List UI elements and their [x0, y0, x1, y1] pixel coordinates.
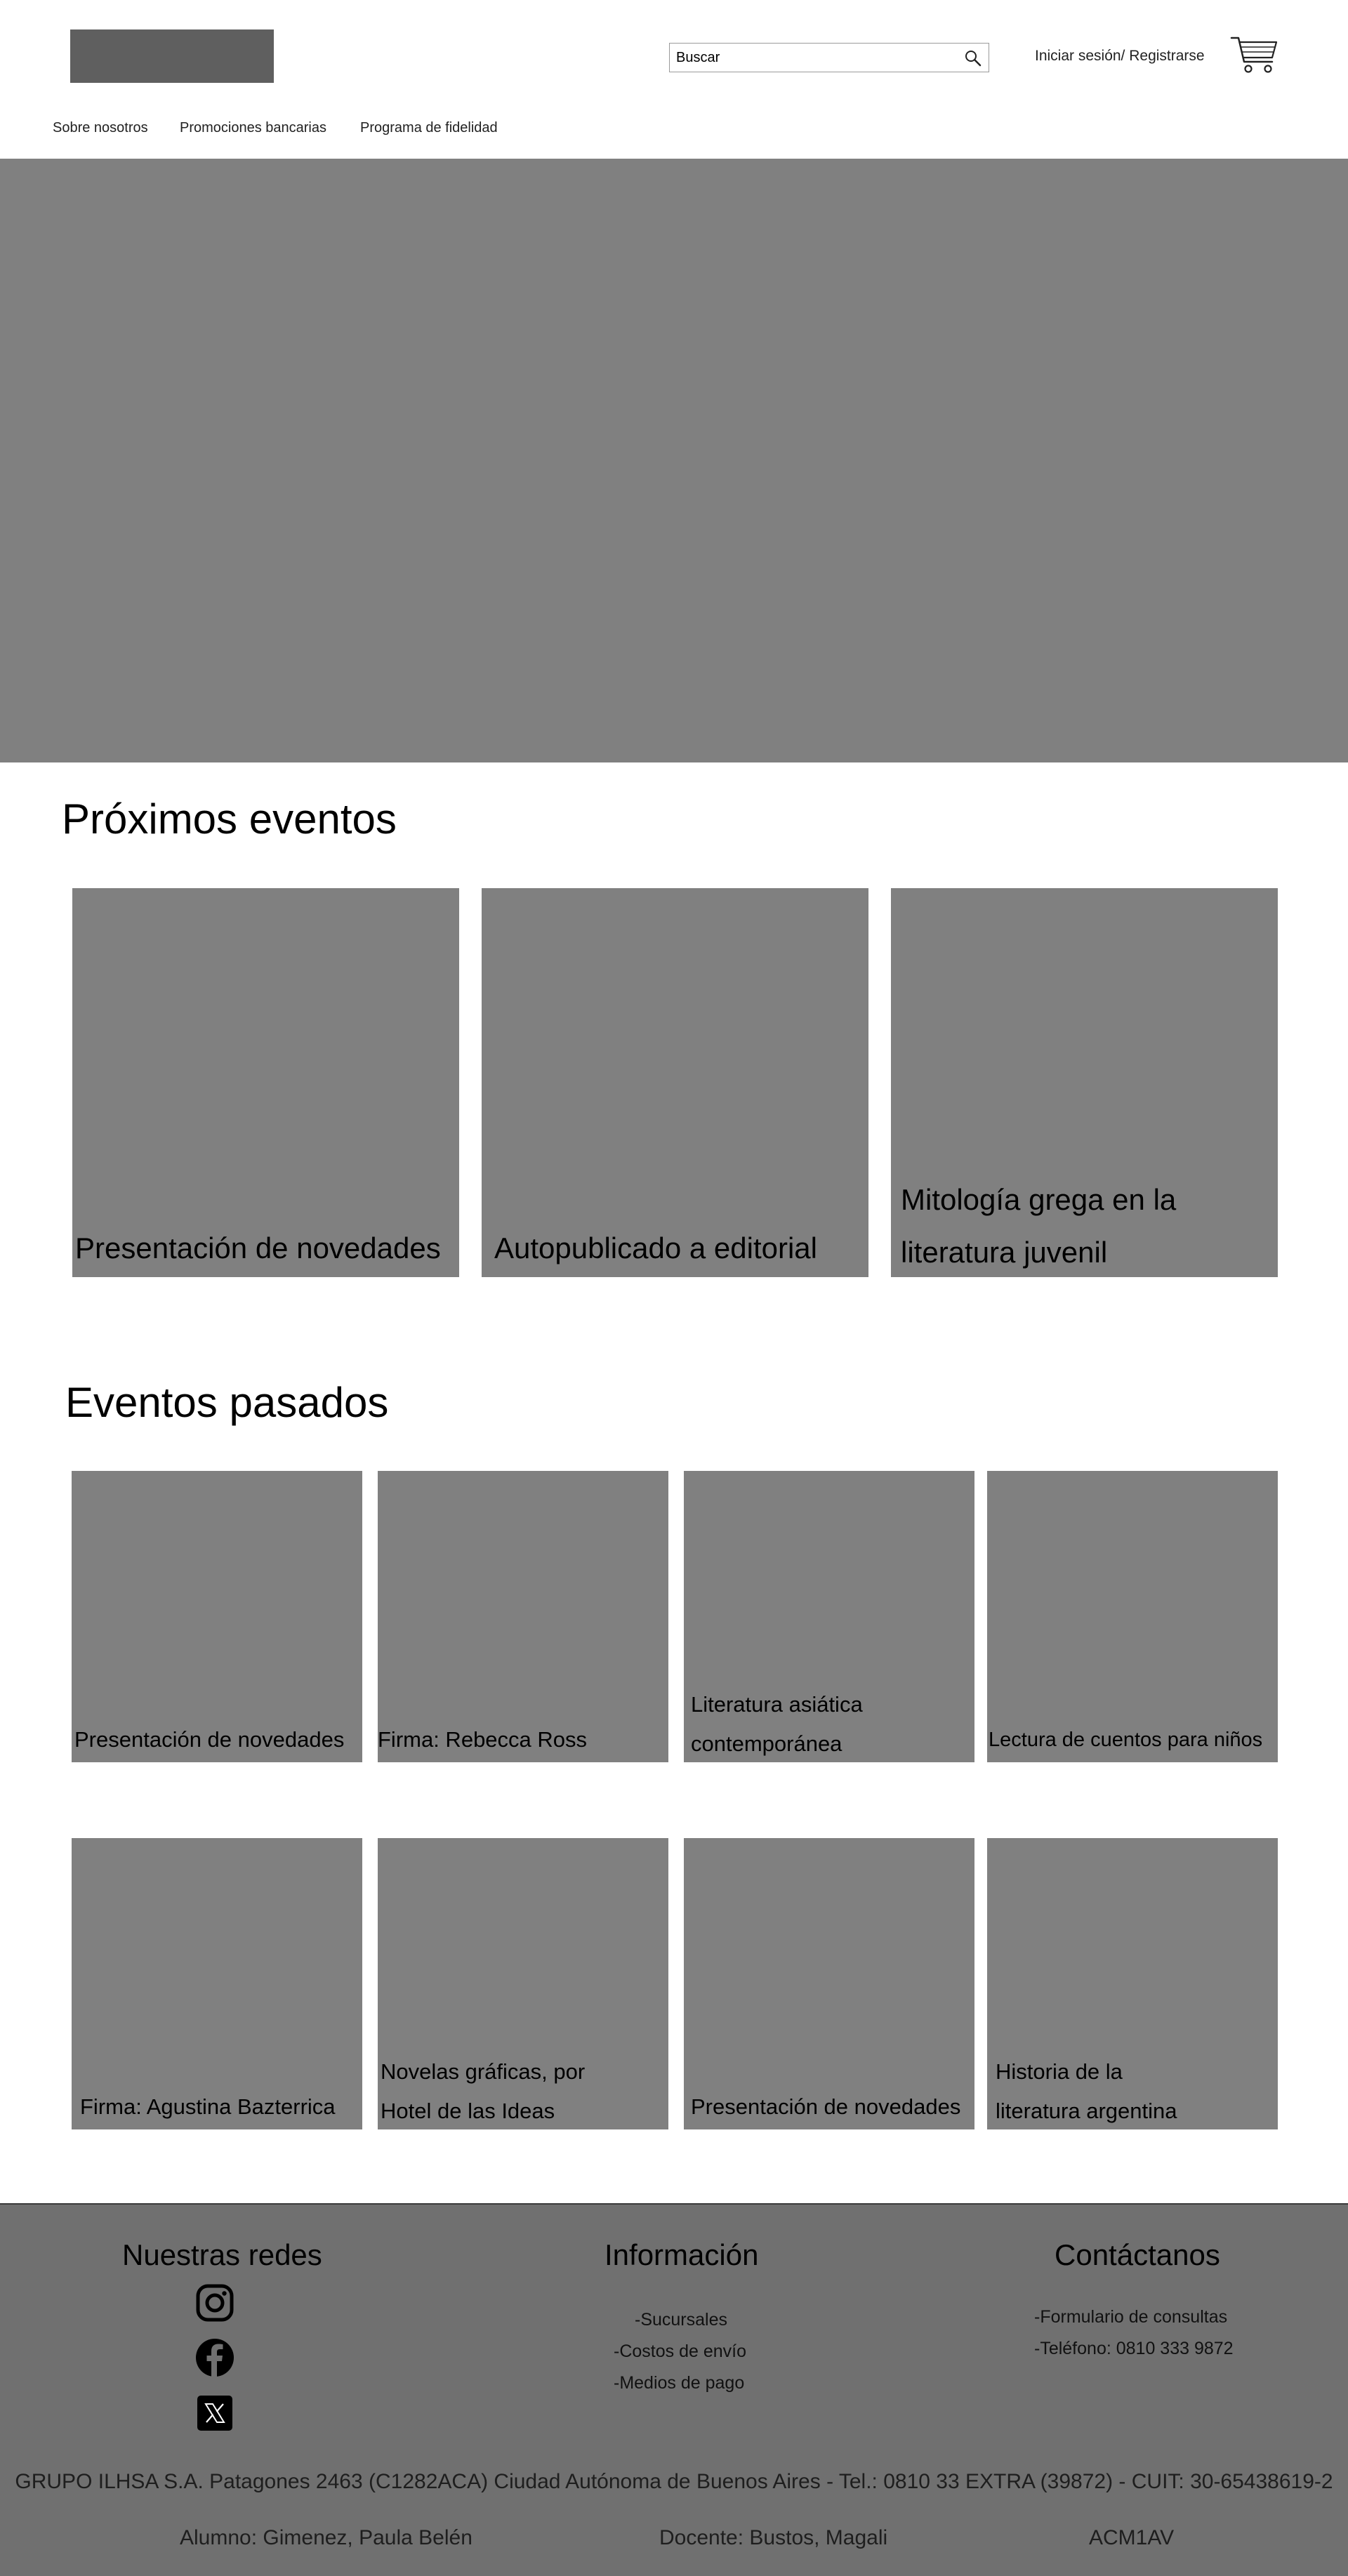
facebook-icon[interactable] [195, 2338, 234, 2377]
event-title: Presentación de novedades [74, 1727, 345, 1752]
shopping-cart-icon[interactable] [1230, 34, 1279, 76]
upcoming-event-card[interactable]: Autopublicado a editorial [482, 888, 868, 1277]
event-title: Firma: Agustina Bazterrica [80, 2094, 336, 2119]
footer-course-code: ACM1AV [1089, 2526, 1175, 2549]
event-title: Mitología gregа en la literatura juvenil [901, 1183, 1177, 1269]
search-input[interactable] [670, 44, 951, 72]
footer-link-contact-form[interactable]: -Formulario de consultas [1034, 2307, 1227, 2327]
past-event-card[interactable]: Presentación de novedades [684, 1838, 974, 2129]
event-title: Novelas gráficas, por Hotel de las Ideas [381, 2059, 586, 2123]
instagram-icon[interactable] [195, 2283, 234, 2323]
login-register-link[interactable]: Iniciar sesión/ Registrarse [1035, 48, 1205, 65]
event-title: Presentación de novedades [75, 1231, 441, 1264]
footer-link-payment-methods[interactable]: -Medios de pago [614, 2373, 744, 2393]
event-title: Autopublicado a editorial [494, 1231, 817, 1264]
upcoming-event-card[interactable]: Mitología gregа en la literatura juvenil [891, 888, 1278, 1277]
footer: Nuestras redes Información -Sucursales -… [0, 2203, 1348, 2576]
footer-link-branches[interactable]: -Sucursales [635, 2310, 727, 2330]
past-event-card[interactable]: Literatura asiática contemporánea [684, 1471, 974, 1762]
event-title: Historia de la literatura argentina [996, 2059, 1177, 2123]
event-title: Lectura de cuentos para niños [989, 1729, 1263, 1751]
event-title: Presentación de novedades [691, 2094, 961, 2119]
footer-teacher-credit: Docente: Bustos, Magali [659, 2526, 888, 2549]
footer-info-title: Información [604, 2238, 759, 2271]
past-event-card[interactable]: Historia de la literatura argentina [987, 1838, 1278, 2129]
x-icon[interactable] [197, 2396, 232, 2431]
nav-item-about-us[interactable]: Sobre nosotros [53, 120, 148, 136]
footer-contact-phone: -Teléfono: 0810 333 9872 [1034, 2339, 1234, 2358]
past-event-card[interactable]: Lectura de cuentos para niños [987, 1471, 1278, 1762]
logo[interactable] [70, 29, 274, 83]
past-event-card[interactable]: Novelas gráficas, por Hotel de las Ideas [378, 1838, 668, 2129]
footer-contact-title: Contáctanos [1055, 2238, 1220, 2271]
past-event-card[interactable]: Firma: Agustina Bazterrica [72, 1838, 362, 2129]
search-icon[interactable] [963, 48, 983, 68]
search-box [669, 43, 989, 72]
footer-link-shipping-costs[interactable]: -Costos de envío [614, 2341, 746, 2362]
event-title: Literatura asiática contemporánea [691, 1692, 863, 1756]
footer-student-credit: Alumno: Gimenez, Paula Belén [180, 2526, 473, 2549]
main-nav: Sobre nosotros Promociones bancarias Pro… [0, 120, 1348, 141]
upcoming-events-title: Próximos eventos [62, 795, 397, 843]
footer-socials-title: Nuestras redes [122, 2238, 322, 2271]
upcoming-event-card[interactable]: Presentación de novedades [72, 888, 459, 1277]
nav-item-loyalty-program[interactable]: Programa de fidelidad [360, 120, 498, 136]
event-title: Firma: Rebecca Ross [378, 1727, 588, 1752]
hero-banner[interactable] [0, 159, 1348, 762]
past-events-title: Eventos pasados [65, 1379, 389, 1426]
past-event-card[interactable]: Presentación de novedades [72, 1471, 362, 1762]
past-event-card[interactable]: Firma: Rebecca Ross [378, 1471, 668, 1762]
footer-legal-text: GRUPO ILHSA S.A. Patagones 2463 (C1282AC… [15, 2470, 1333, 2493]
nav-item-bank-promotions[interactable]: Promociones bancarias [180, 120, 326, 136]
